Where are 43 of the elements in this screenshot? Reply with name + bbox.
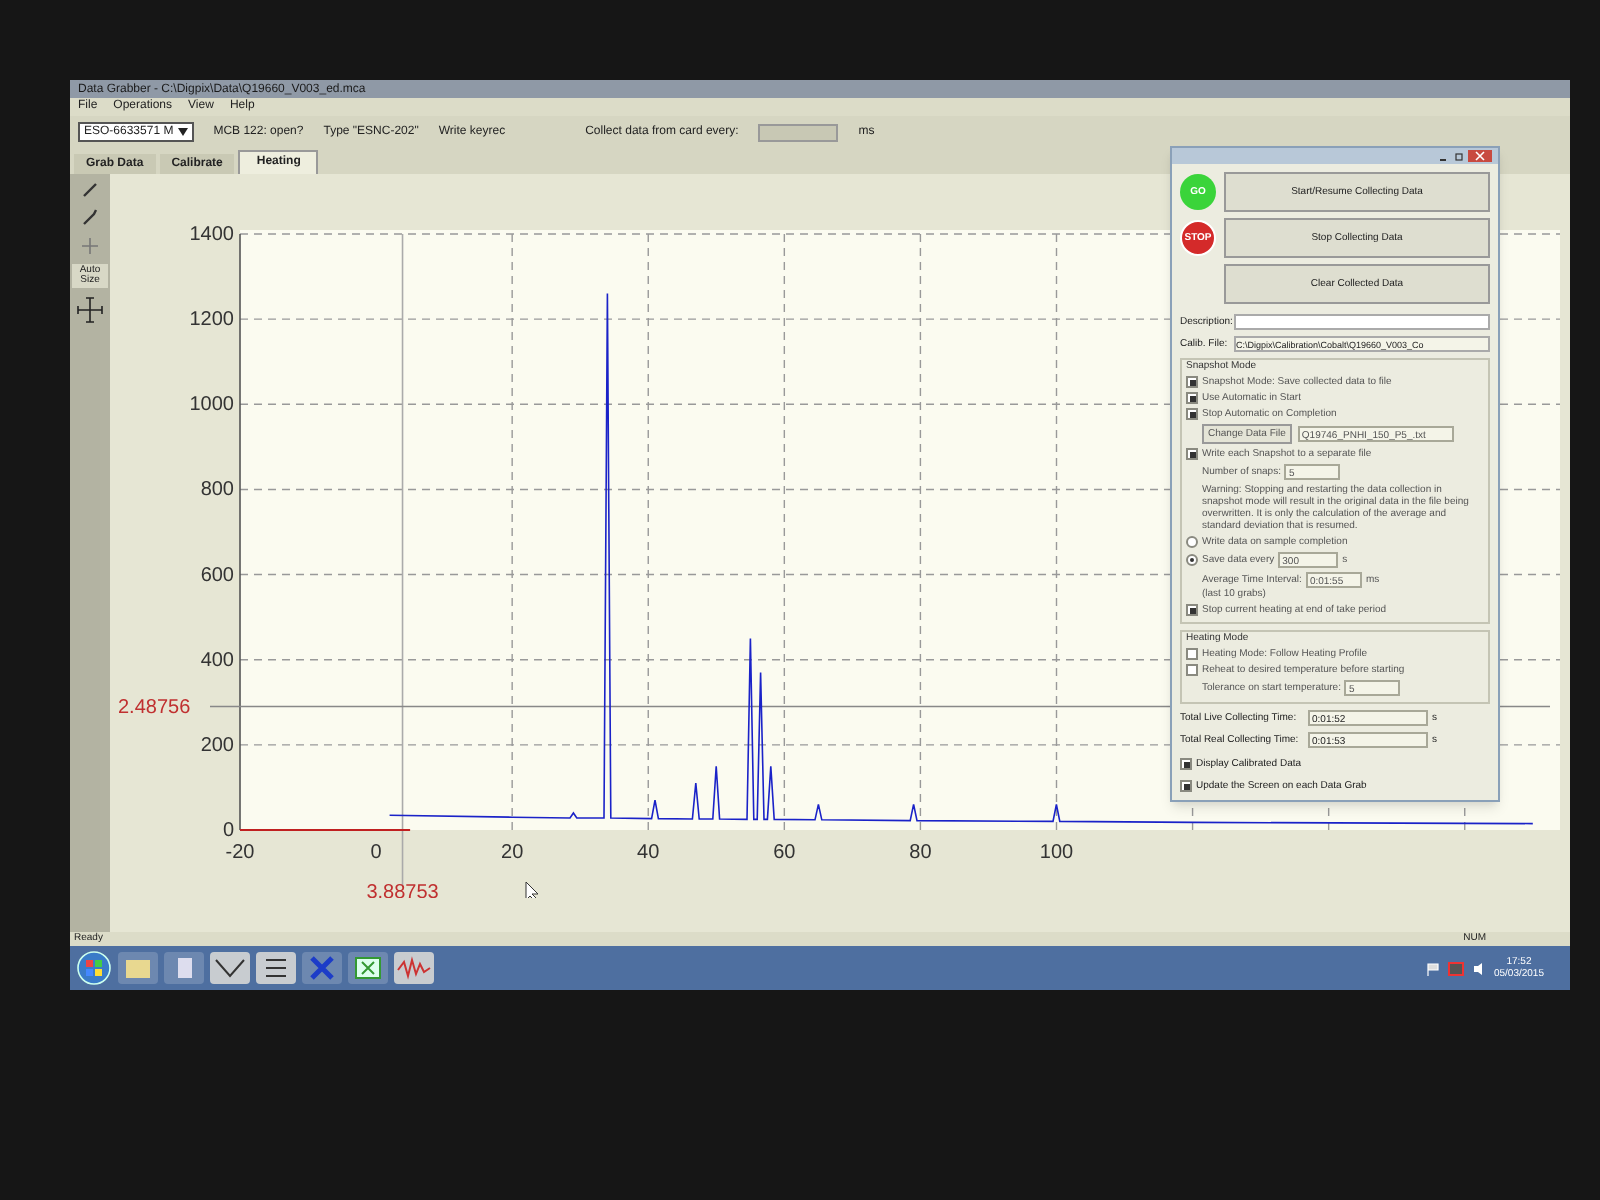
cursor-x-reading: 3.88753 xyxy=(366,882,439,898)
chart-icon[interactable] xyxy=(210,952,250,984)
y-tick-label: 800 xyxy=(200,479,234,502)
flag-icon[interactable] xyxy=(1425,961,1440,975)
checkbox[interactable] xyxy=(1180,780,1192,792)
checkbox[interactable] xyxy=(1186,376,1198,388)
y-tick-label: 0 xyxy=(222,820,234,842)
maximize-icon[interactable] xyxy=(1452,151,1466,161)
checkbox[interactable] xyxy=(1186,392,1198,404)
y-tick-label: 600 xyxy=(200,564,234,587)
y-tick-label: 200 xyxy=(200,734,234,757)
checkbox[interactable] xyxy=(1180,758,1192,770)
radio-button[interactable] xyxy=(1186,536,1198,548)
cursor-y-reading: 2.48756 xyxy=(118,696,191,719)
x-tick-label: 100 xyxy=(1039,842,1074,864)
waveform-icon[interactable] xyxy=(394,952,434,984)
description-field[interactable] xyxy=(1234,314,1490,330)
x-tick-label: 20 xyxy=(501,842,524,864)
close-icon[interactable] xyxy=(1468,150,1492,162)
x-tick-label: 0 xyxy=(370,842,382,864)
mouse-pointer-icon xyxy=(525,881,539,898)
speaker-icon[interactable] xyxy=(1471,961,1486,975)
interval-field[interactable] xyxy=(758,123,839,141)
x-tick-label: 80 xyxy=(909,842,932,864)
list-icon[interactable] xyxy=(256,952,296,984)
y-tick-label: 400 xyxy=(200,649,234,672)
y-tick-label: 1400 xyxy=(189,224,234,246)
checkbox[interactable] xyxy=(1186,664,1198,676)
checkbox[interactable] xyxy=(1186,604,1198,616)
x-tick-label: -20 xyxy=(225,842,255,864)
checkbox[interactable] xyxy=(1186,648,1198,660)
y-tick-label: 1000 xyxy=(189,394,234,417)
start-orb-icon[interactable] xyxy=(76,950,112,986)
y-tick-label: 1200 xyxy=(189,309,234,332)
radio-button[interactable] xyxy=(1186,554,1198,566)
crosshair-icon[interactable] xyxy=(76,296,104,324)
checkbox[interactable] xyxy=(1186,408,1198,420)
caret-icon xyxy=(177,128,188,136)
folder-icon[interactable] xyxy=(118,952,158,984)
spreadsheet-icon[interactable] xyxy=(348,952,388,984)
x-tick-label: 60 xyxy=(773,842,796,864)
checkbox[interactable] xyxy=(1186,448,1198,460)
x-tick-label: 40 xyxy=(637,842,660,864)
